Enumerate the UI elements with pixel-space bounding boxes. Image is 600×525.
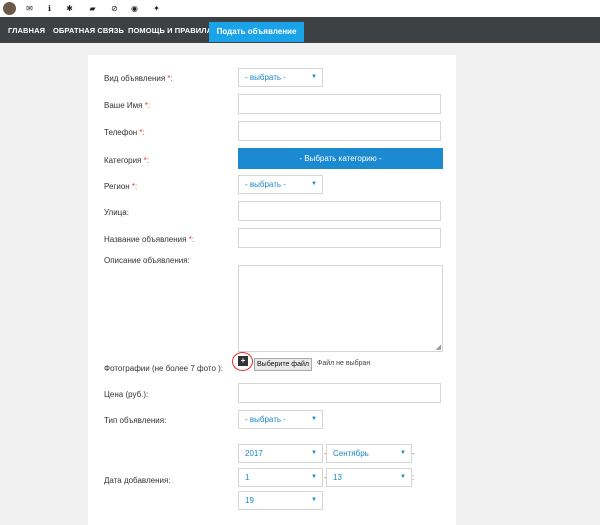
chevron-down-icon: ▼ [311,497,317,503]
avatar[interactable] [3,2,16,15]
ad-type-label: Вид объявления *: [104,74,173,83]
name-field[interactable] [238,94,441,114]
info-icon[interactable]: ℹ [45,4,54,13]
top-toolbar: ✉ ℹ ✱ ▰ ⊘ ◉ ✦ [0,0,600,18]
chevron-down-icon: ▼ [311,474,317,480]
resize-handle-icon[interactable]: ◢ [436,343,441,351]
file-status-text: Файл не выбран [317,360,371,367]
photos-label: Фотографии (не более 7 фото ): [104,364,223,373]
region-select[interactable]: - выбрать - ▼ [238,175,323,194]
category-label: Категория *: [104,156,149,165]
month-select[interactable]: Сентябрь ▼ [326,444,412,463]
price-field[interactable] [238,383,441,403]
chevron-down-icon: ▼ [311,416,317,422]
date-added-label: Дата добавления: [104,476,171,485]
add-photo-button[interactable]: + [238,356,248,366]
folder-icon[interactable]: ▰ [88,4,97,13]
listing-type-select[interactable]: - выбрать - ▼ [238,410,323,429]
minute-select[interactable]: 19 ▼ [238,491,323,510]
time-separator: : [412,473,415,482]
puzzle-icon[interactable]: ✦ [152,4,161,13]
ad-title-field[interactable] [238,228,441,248]
ad-title-label: Название объявления *: [104,235,195,244]
name-label: Ваше Имя *: [104,101,151,110]
post-ad-button[interactable]: Подать объявление [209,22,304,42]
street-label: Улица: [104,208,129,217]
choose-category-button[interactable]: - Выбрать категорию - [238,148,443,169]
settings-icon[interactable]: ✱ [65,4,74,13]
year-select[interactable]: 2017 ▼ [238,444,323,463]
description-textarea[interactable]: ◢ [238,265,443,352]
eye-icon[interactable]: ◉ [130,4,139,13]
street-field[interactable] [238,201,441,221]
chevron-down-icon: ▼ [311,450,317,456]
day-select[interactable]: 1 ▼ [238,468,323,487]
listing-type-label: Тип объявления: [104,416,167,425]
price-label: Цена (руб.): [104,390,149,399]
date-separator: - [412,449,415,458]
block-icon[interactable]: ⊘ [110,4,119,13]
region-label: Регион *: [104,182,138,191]
hour-select[interactable]: 13 ▼ [326,468,412,487]
ad-type-select[interactable]: - выбрать - ▼ [238,68,323,87]
nav-feedback[interactable]: ОБРАТНАЯ СВЯЗЬ [53,17,124,43]
chevron-down-icon: ▼ [311,74,317,80]
chevron-down-icon: ▼ [400,450,406,456]
phone-field[interactable] [238,121,441,141]
nav-help-rules[interactable]: ПОМОЩЬ И ПРАВИЛА [128,17,212,43]
chevron-down-icon: ▼ [311,181,317,187]
choose-file-button[interactable]: Выберите файл [254,358,312,371]
mail-icon[interactable]: ✉ [25,4,34,13]
nav-home[interactable]: ГЛАВНАЯ [8,17,45,43]
description-label: Описание объявления: [104,256,190,265]
phone-label: Телефон *: [104,128,145,137]
chevron-down-icon: ▼ [400,474,406,480]
